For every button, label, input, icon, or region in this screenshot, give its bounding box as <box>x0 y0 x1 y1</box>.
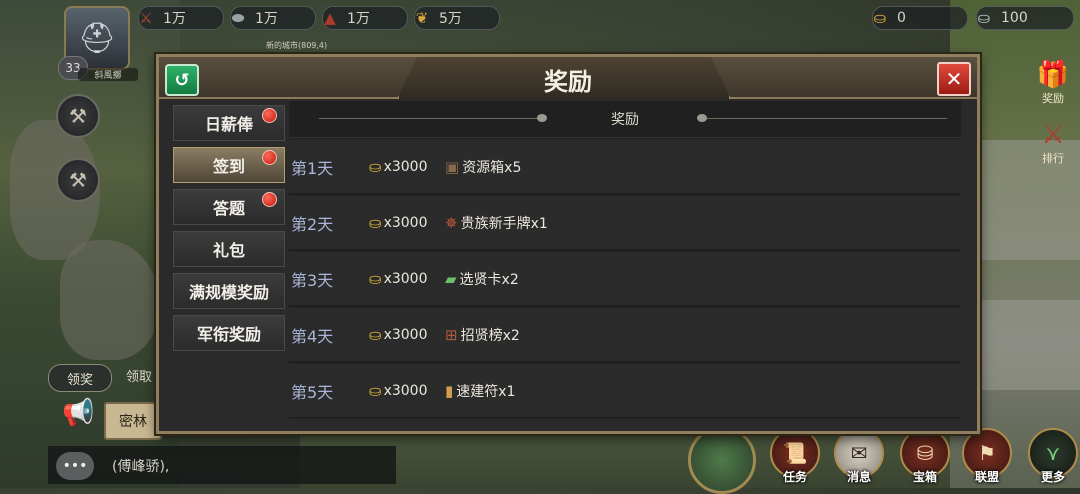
menu-alliance[interactable]: ⚑ 联盟 <box>960 428 1014 488</box>
resource-silver[interactable]: ⛀ 100 <box>976 6 1074 30</box>
reward-row: 第5天 ⛀ x3000 ▮ 速建符x1 <box>289 364 961 418</box>
gold-ingot-icon: ⛀ <box>873 9 887 27</box>
back-button[interactable]: ↺ <box>165 64 199 96</box>
side-reward-button[interactable]: 🎁 奖励 <box>1030 60 1076 106</box>
item-reward: ▣ 资源箱x5 <box>445 157 522 176</box>
day-label: 第2天 <box>291 214 334 234</box>
chest-icon: ▣ <box>445 157 460 176</box>
reward-row: 第1天 ⛀ x3000 ▣ 资源箱x5 <box>289 140 961 194</box>
reward-tabs: 日薪俸 签到 答题 礼包 满规模奖励 军衔奖励 <box>173 105 285 357</box>
menu-tasks[interactable]: 📜 任务 <box>768 428 822 488</box>
top-bar: ⚔ 1万 ⬬ 1万 ▲ 1万 ❦ 5万 ⛀ 0 ⛀ 100 新的城市(809,4… <box>0 0 1080 50</box>
gold-reward: ⛀ x3000 <box>369 325 428 344</box>
card-icon: ▰ <box>445 269 457 288</box>
silver-ingot-icon: ⛀ <box>977 9 991 27</box>
gold-reward: ⛀ x3000 <box>369 157 428 176</box>
notification-dot <box>262 192 277 207</box>
tab-full-scale-reward[interactable]: 满规模奖励 <box>173 273 285 309</box>
stone-icon: ⬬ <box>231 9 245 27</box>
reward-row: 第2天 ⛀ x3000 ✵ 贵族新手牌x1 <box>289 196 961 250</box>
trumpet-icon[interactable]: 📢 <box>62 398 94 428</box>
day-label: 第1天 <box>291 158 334 178</box>
helmet-icon: ⛑ <box>77 20 117 56</box>
item-reward: ⊞ 招贤榜x2 <box>445 325 520 344</box>
gold-reward: ⛀ x3000 <box>369 213 428 232</box>
menu-messages[interactable]: ✉ 消息 <box>832 428 886 488</box>
sign-in-reward-list: 奖励 第1天 ⛀ x3000 ▣ 资源箱x5 第2天 ⛀ x3000 ✵ 贵族新手牌x1… <box>289 101 961 419</box>
chat-message: (傅峰骄), <box>112 459 170 475</box>
gold-ingot-icon: ⛀ <box>369 325 382 344</box>
close-button[interactable]: ✕ <box>937 62 971 96</box>
reward-row: 第4天 ⛀ x3000 ⊞ 招贤榜x2 <box>289 308 961 362</box>
divider-right <box>707 118 947 119</box>
gold-ingot-icon: ⛀ <box>369 269 382 288</box>
gold-ingot-icon: ⛀ <box>369 213 382 232</box>
gold-ingot-icon: ⛀ <box>369 381 382 400</box>
dialog-header: 奖励 ↺ ✕ <box>159 57 977 99</box>
gold-reward: ⛀ x3000 <box>369 269 428 288</box>
wheat-icon: ❦ <box>415 9 429 27</box>
crossed-swords-icon: ⚔ <box>139 9 153 27</box>
day-label: 第5天 <box>291 382 334 402</box>
item-reward: ▮ 速建符x1 <box>445 381 516 400</box>
resource-stone[interactable]: ⬬ 1万 <box>230 6 316 30</box>
divider-ornament <box>537 114 547 122</box>
menu-treasure[interactable]: ⛁ 宝箱 <box>898 428 952 488</box>
hammer-icon: ⚒ <box>69 104 87 128</box>
tab-rank-reward[interactable]: 军衔奖励 <box>173 315 285 351</box>
chat-bubble-icon[interactable]: ••• <box>56 452 94 480</box>
resource-gold[interactable]: ⛀ 0 <box>872 6 968 30</box>
tab-quiz[interactable]: 答题 <box>173 189 285 225</box>
build-button[interactable]: ⚒ <box>56 158 100 202</box>
noble-badge-icon: ✵ <box>445 213 458 232</box>
chat-bar[interactable] <box>48 446 396 484</box>
list-header: 奖励 <box>289 101 961 138</box>
reward-dialog: 奖励 ↺ ✕ 日薪俸 签到 答题 礼包 满规模奖励 军衔奖励 奖励 第1天 ⛀ … <box>156 54 980 434</box>
sword-rank-icon: ⚔ <box>1041 120 1065 150</box>
side-rank-button[interactable]: ⚔ 排行 <box>1030 120 1076 166</box>
tab-gift-pack[interactable]: 礼包 <box>173 231 285 267</box>
dialog-title: 奖励 <box>544 68 592 96</box>
item-reward: ✵ 贵族新手牌x1 <box>445 213 548 232</box>
gold-ingot-icon: ⛀ <box>369 157 382 176</box>
divider-left <box>319 118 539 119</box>
close-icon: ✕ <box>945 67 963 91</box>
reward-row: 第3天 ⛀ x3000 ▰ 选贤卡x2 <box>289 252 961 306</box>
item-reward: ▰ 选贤卡x2 <box>445 269 519 288</box>
notification-dot <box>262 150 277 165</box>
hammer-button[interactable]: ⚒ <box>56 94 100 138</box>
world-map-button[interactable] <box>688 426 756 494</box>
tab-sign-in[interactable]: 签到 <box>173 147 285 183</box>
resource-ore[interactable]: ▲ 1万 <box>322 6 408 30</box>
gold-reward: ⛀ x3000 <box>369 381 428 400</box>
menu-more[interactable]: ⋎ 更多 <box>1026 428 1080 488</box>
notification-dot <box>262 108 277 123</box>
claim-reward-button[interactable]: 领奖 <box>48 364 112 392</box>
claim-text[interactable]: 领取 <box>126 366 152 385</box>
day-label: 第4天 <box>291 326 334 346</box>
board-icon: ⊞ <box>445 325 458 344</box>
city-coordinates: 新的城市(809,4) <box>266 41 328 50</box>
return-arrow-icon: ↺ <box>174 69 190 91</box>
mallet-icon: ⚒ <box>69 168 87 192</box>
forest-scroll-button[interactable]: 密林 <box>104 402 162 440</box>
tab-daily-salary[interactable]: 日薪俸 <box>173 105 285 141</box>
day-label: 第3天 <box>291 270 334 290</box>
resource-food[interactable]: ❦ 5万 <box>414 6 500 30</box>
talisman-icon: ▮ <box>445 381 454 400</box>
list-header-label: 奖励 <box>611 112 639 128</box>
player-name: 斜風擲 <box>78 68 138 81</box>
divider-ornament <box>697 114 707 122</box>
ore-icon: ▲ <box>324 9 336 27</box>
gift-box-icon: 🎁 <box>1036 60 1070 90</box>
resource-troops[interactable]: ⚔ 1万 <box>138 6 224 30</box>
